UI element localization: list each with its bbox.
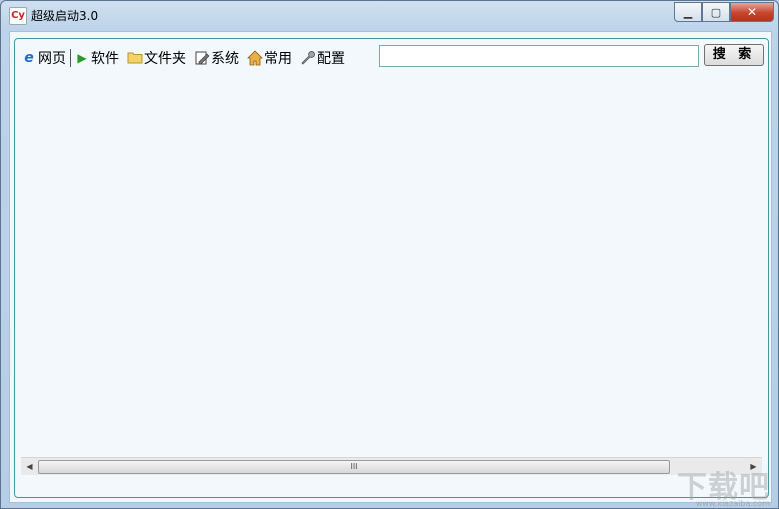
folder-icon [127,50,143,66]
toolbar-item-label: 文件夹 [144,51,186,67]
category-toolbar: e 网页 ▶ 软件 文件夹 系统 常用 配置 [21,47,353,69]
close-button[interactable]: ✕ [730,2,774,22]
maximize-button[interactable]: ▢ [702,2,730,22]
client-area: e 网页 ▶ 软件 文件夹 系统 常用 配置 搜 索 ◀ III ▶ [9,31,772,503]
toolbar-item-web[interactable]: e 网页 [21,47,66,69]
title-bar[interactable]: Cy 超级启动3.0 ▁ ▢ ✕ [1,1,778,29]
toolbar-item-common[interactable]: 常用 [247,47,292,69]
toolbar-divider [70,49,71,67]
toolbar-item-label: 网页 [38,51,66,67]
toolbar-item-software[interactable]: ▶ 软件 [74,47,119,69]
toolbar-item-config[interactable]: 配置 [300,47,345,69]
app-logo-icon: Cy [9,7,27,25]
watermark-url: www.xiazaiba.com [695,499,770,508]
window-title: 超级启动3.0 [31,9,99,23]
search-input[interactable] [379,45,699,67]
scroll-left-arrow-icon[interactable]: ◀ [21,458,38,475]
caption-buttons: ▁ ▢ ✕ [674,2,774,22]
toolbar-item-label: 系统 [211,51,239,67]
play-icon: ▶ [77,51,87,65]
wrench-icon [300,50,316,66]
toolbar-item-label: 软件 [91,51,119,67]
toolbar-item-label: 常用 [264,51,292,67]
app-window: Cy 超级启动3.0 ▁ ▢ ✕ e 网页 ▶ 软件 文件夹 系统 常用 配置 … [0,0,779,509]
toolbar-item-system[interactable]: 系统 [194,47,239,69]
main-panel: e 网页 ▶ 软件 文件夹 系统 常用 配置 搜 索 ◀ III ▶ [14,38,769,498]
shortcut-list-area[interactable] [21,75,762,457]
home-icon [247,50,263,66]
scrollbar-thumb[interactable]: III [38,460,670,474]
search-button[interactable]: 搜 索 [704,44,764,66]
toolbar-item-label: 配置 [317,51,345,67]
toolbar-item-folder[interactable]: 文件夹 [127,47,186,69]
horizontal-scrollbar[interactable]: ◀ III ▶ [21,457,762,475]
system-icon [194,50,210,66]
minimize-button[interactable]: ▁ [674,2,702,22]
internet-explorer-icon: e [24,50,34,66]
